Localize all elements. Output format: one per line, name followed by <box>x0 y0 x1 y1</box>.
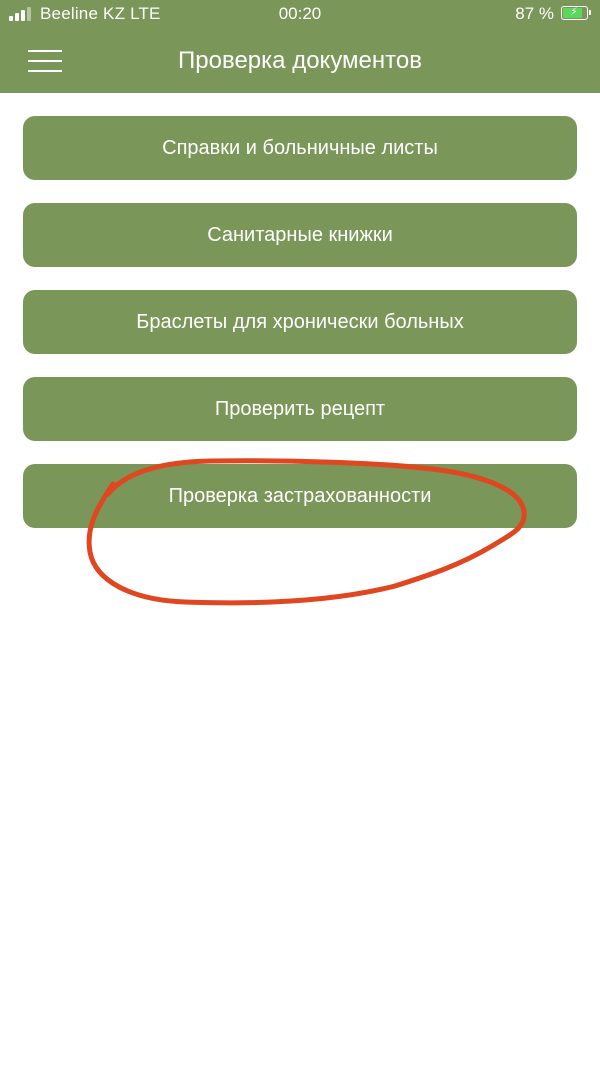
sick-leave-certificates-button[interactable]: Справки и больничные листы <box>23 116 577 180</box>
charging-bolt-icon: ⚡ <box>570 6 578 18</box>
page-title: Проверка документов <box>178 47 422 74</box>
check-prescription-button[interactable]: Проверить рецепт <box>23 377 577 441</box>
battery-percentage: 87 % <box>515 4 554 23</box>
status-time: 00:20 <box>278 4 322 23</box>
app-header: Beeline KZ LTE 00:20 87 % ⚡ Проверка док… <box>0 0 600 93</box>
sanitary-books-button[interactable]: Санитарные книжки <box>23 203 577 267</box>
insurance-check-button[interactable]: Проверка застрахованности <box>23 464 577 528</box>
chronic-patient-bracelets-button[interactable]: Браслеты для хронически больных <box>23 290 577 354</box>
battery-icon: ⚡ <box>561 6 591 20</box>
status-bar: Beeline KZ LTE 00:20 87 % ⚡ <box>0 0 600 28</box>
